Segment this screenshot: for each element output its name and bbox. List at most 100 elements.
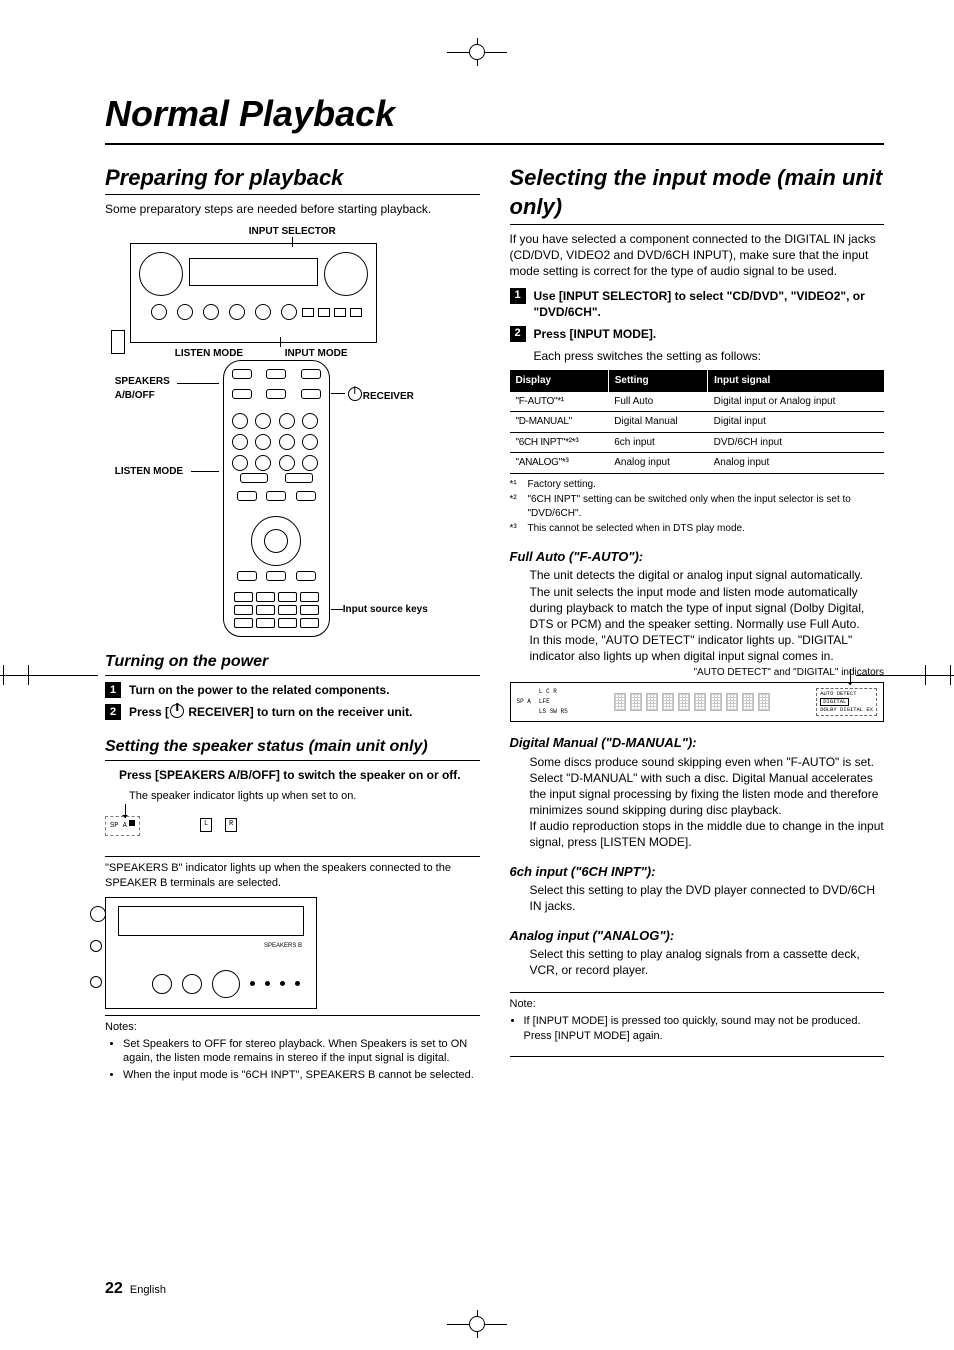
remote-button-icon [234,605,253,615]
dmanual-body: Some discs produce sound skipping even w… [530,754,885,851]
note-box: Note: If [INPUT MODE] is pressed too qui… [510,992,885,1057]
sp-a-indicator: SP A [105,816,140,835]
note-title: Note: [510,997,885,1012]
notes-title: Notes: [105,1020,480,1035]
heading-fauto: Full Auto ("F-AUTO"): [510,548,885,566]
display-icon [189,258,318,286]
label-listen-mode: LISTEN MODE [175,347,243,361]
dot-icon [295,981,300,986]
panel-button-icon [90,976,102,988]
remote-button-icon [279,434,295,450]
registration-mark-bottom [447,1310,507,1338]
speaker-b-note: "SPEAKERS B" indicator lights up when th… [105,861,480,891]
table-row: "D-MANUAL" Digital Manual Digital input [510,412,885,433]
input-mode-table: Display Setting Input signal "F-AUTO"*¹ … [510,370,885,474]
remote-button-icon [237,491,257,501]
knob-icon [255,304,271,320]
remote-button-icon [232,369,252,379]
power-step-1: 1 Turn on the power to the related compo… [105,682,480,698]
analog-body: Select this setting to play analog signa… [530,946,885,978]
remote-button-icon [234,618,253,628]
remote-button-icon [302,455,318,471]
front-panel-fragment: SPEAKERS B [105,897,317,1009]
left-column: Preparing for playback Some preparatory … [105,163,480,1092]
heading-dmanual: Digital Manual ("D-MANUAL"): [510,734,885,752]
remote-button-icon [296,571,316,581]
speaker-indicator-diagram: SP A L R [105,810,275,850]
knob-icon [139,252,183,296]
remote-button-icon [301,369,321,379]
label-receiver: RECEIVER [347,387,414,404]
step-number-badge: 1 [510,288,526,304]
remote-button-icon [255,413,271,429]
note-item: When the input mode is "6CH INPT", SPEAK… [123,1068,480,1083]
dot-icon [250,981,255,986]
label-input-source-keys: Input source keys [343,603,428,617]
input-mode-intro: If you have selected a component connect… [510,231,885,280]
unit-remote-diagram: INPUT SELECTOR [115,225,470,635]
panel-display-icon [118,906,304,936]
step-number-badge: 2 [510,326,526,342]
power-icon [170,704,184,718]
remote-button-icon [266,369,286,379]
remote-button-icon [302,434,318,450]
sp-r-indicator: R [225,818,237,831]
button-icon [318,308,330,317]
registration-side-right [856,675,954,676]
remote-button-icon [232,413,248,429]
remote-button-icon [296,491,316,501]
button-icon [334,308,346,317]
knob-icon [152,974,172,994]
button-icon [350,308,362,317]
remote-button-icon [266,389,286,399]
sp-l-indicator: L [200,818,212,831]
remote-button-icon [266,571,286,581]
notes-list: Set Speakers to OFF for stereo playback.… [123,1037,480,1084]
registration-side-left [0,675,98,676]
remote-button-icon [278,605,297,615]
page-title: Normal Playback [105,90,884,145]
page-footer: 22 English [105,1278,166,1300]
heading-6ch: 6ch input ("6CH INPT"): [510,863,885,881]
remote-button-icon [232,389,252,399]
power-step-2: 2 Press [ RECEIVER] to turn on the recei… [105,704,480,720]
preparing-intro: Some preparatory steps are needed before… [105,201,480,217]
remote-button-icon [240,473,268,483]
remote-button-icon [232,434,248,450]
sixch-body: Select this setting to play the DVD play… [530,882,885,914]
main-unit-outline [130,243,377,343]
dot-icon [280,981,285,986]
input-step-1: 1 Use [INPUT SELECTOR] to select "CD/DVD… [510,288,885,320]
remote-button-icon [300,605,319,615]
remote-button-icon [302,413,318,429]
step-number-badge: 2 [105,704,121,720]
remote-button-icon [256,618,275,628]
remote-button-icon [237,571,257,581]
knob-icon [212,970,240,998]
remote-button-icon [300,618,319,628]
remote-button-icon [232,455,248,471]
page-number: 22 [105,1280,123,1297]
remote-button-icon [279,413,295,429]
button-icon [302,308,314,317]
label-input-mode: INPUT MODE [285,347,348,361]
dot-icon [265,981,270,986]
remote-button-icon [255,434,271,450]
table-row: "6CH INPT"*²*³ 6ch input DVD/6CH input [510,432,885,453]
speaker-step: Press [SPEAKERS A/B/OFF] to switch the s… [119,767,480,783]
heading-preparing: Preparing for playback [105,163,480,196]
footnotes: *¹Factory setting. *²"6CH INPT" setting … [510,478,885,536]
nav-wheel-icon [251,516,301,566]
th-signal: Input signal [708,370,884,392]
heading-input-mode: Selecting the input mode (main unit only… [510,163,885,225]
note-body: If [INPUT MODE] is pressed too quickly, … [524,1014,885,1044]
right-column: Selecting the input mode (main unit only… [510,163,885,1092]
remote-button-icon [256,592,275,602]
remote-button-icon [278,618,297,628]
heading-analog: Analog input ("ANALOG"): [510,927,885,945]
knob-icon [203,304,219,320]
input-step-2-sub: Each press switches the setting as follo… [534,348,885,364]
knob-icon [151,304,167,320]
table-row: "ANALOG"*³ Analog input Analog input [510,453,885,474]
fauto-body: The unit detects the digital or analog i… [530,567,885,664]
